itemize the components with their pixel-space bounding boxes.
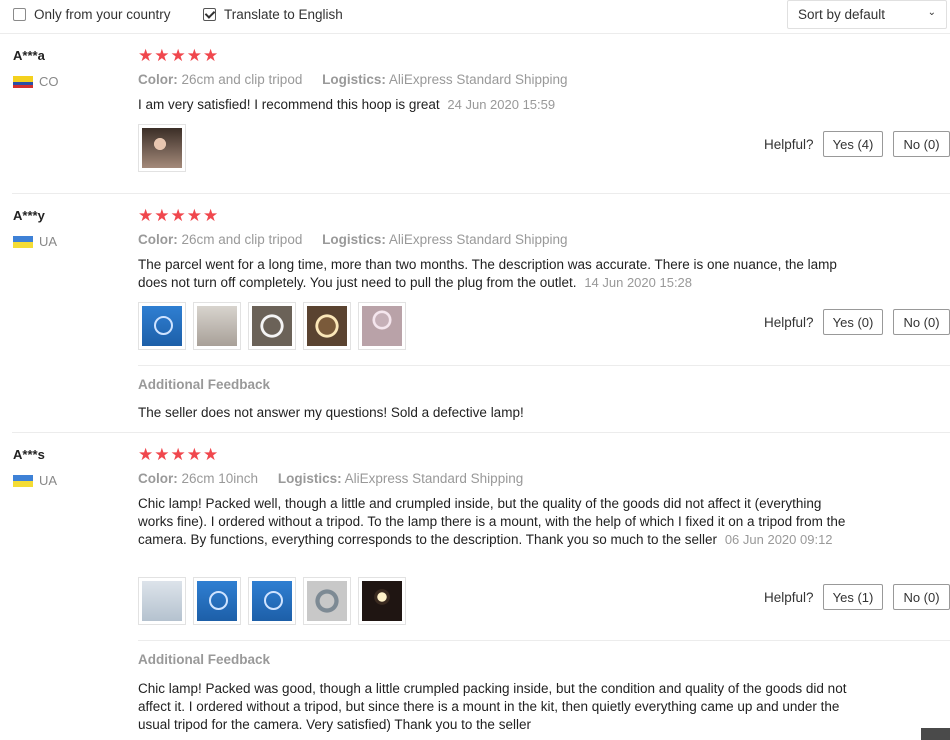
review-body: The parcel went for a long time, more th… (138, 257, 837, 290)
additional-feedback-title: Additional Feedback (138, 652, 271, 667)
country-code: CO (39, 74, 59, 89)
additional-feedback-text: The seller does not answer my questions!… (138, 405, 524, 420)
translate-label: Translate to English (224, 7, 343, 22)
reviewer-name: A***a (13, 48, 45, 63)
color-value: 26cm 10inch (181, 471, 259, 486)
review-photo[interactable] (138, 302, 186, 350)
colombia-flag-icon (13, 75, 33, 88)
helpful-no-button[interactable]: No (0) (893, 309, 950, 335)
review-photo[interactable] (138, 124, 186, 172)
photo-image (142, 306, 182, 346)
review-date: 06 Jun 2020 09:12 (724, 532, 833, 547)
translate-checkbox-box[interactable] (203, 8, 216, 21)
review-divider (12, 193, 950, 194)
photo-image (197, 306, 237, 346)
review-photo[interactable] (358, 302, 406, 350)
only-country-label: Only from your country (34, 7, 171, 22)
additional-feedback-divider (138, 640, 950, 641)
sort-select-value: Sort by default (798, 7, 886, 22)
country-code: UA (39, 473, 58, 488)
review-photo[interactable] (193, 302, 241, 350)
star-rating: ★★★★★ (138, 46, 220, 65)
scroll-to-top-button[interactable] (921, 728, 950, 740)
color-value: 26cm and clip tripod (181, 72, 303, 87)
additional-feedback-title: Additional Feedback (138, 377, 271, 392)
photo-image (362, 581, 402, 621)
review-meta: Color: 26cm and clip tripod Logistics: A… (138, 232, 568, 247)
helpful-no-button[interactable]: No (0) (893, 131, 950, 157)
review-photo[interactable] (193, 577, 241, 625)
logistics-value: AliExpress Standard Shipping (388, 232, 568, 247)
additional-feedback-divider (138, 365, 950, 366)
logistics-value: AliExpress Standard Shipping (388, 72, 568, 87)
photo-image (252, 306, 292, 346)
sort-select[interactable]: Sort by default ⌄ (787, 0, 947, 29)
only-country-checkbox-box[interactable] (13, 8, 26, 21)
review-photo[interactable] (358, 577, 406, 625)
helpful-label: Helpful? (764, 137, 814, 152)
review-meta: Color: 26cm 10inch Logistics: AliExpress… (138, 471, 523, 486)
helpful-label: Helpful? (764, 315, 814, 330)
review-text: I am very satisfied! I recommend this ho… (138, 96, 853, 114)
color-label: Color: (138, 72, 178, 87)
helpful-yes-button[interactable]: Yes (1) (823, 584, 883, 610)
helpful-no-button[interactable]: No (0) (893, 584, 950, 610)
country-code: UA (39, 234, 58, 249)
review-date: 14 Jun 2020 15:28 (584, 275, 693, 290)
logistics-value: AliExpress Standard Shipping (344, 471, 524, 486)
review-meta: Color: 26cm and clip tripod Logistics: A… (138, 72, 568, 87)
logistics-label: Logistics: (277, 471, 342, 486)
photo-image (307, 581, 347, 621)
reviewer-country: UA (13, 234, 57, 249)
review-body: I am very satisfied! I recommend this ho… (138, 97, 440, 112)
photo-image (142, 128, 182, 168)
reviewer-name: A***y (13, 208, 45, 223)
photo-image (142, 581, 182, 621)
ukraine-flag-icon (13, 474, 33, 487)
review-date: 24 Jun 2020 15:59 (447, 97, 556, 112)
color-label: Color: (138, 471, 178, 486)
logistics-label: Logistics: (322, 72, 386, 87)
review-text: Chic lamp! Packed well, though a little … (138, 495, 853, 549)
only-country-checkbox[interactable]: Only from your country (13, 7, 171, 22)
review-photos (138, 124, 193, 172)
review-photos (138, 577, 413, 625)
review-photo[interactable] (303, 302, 351, 350)
review-text: The parcel went for a long time, more th… (138, 256, 853, 292)
logistics-label: Logistics: (322, 232, 386, 247)
photo-image (362, 306, 402, 346)
chevron-down-icon: ⌄ (927, 7, 936, 18)
review-photo[interactable] (248, 577, 296, 625)
additional-feedback-text: Chic lamp! Packed was good, though a lit… (138, 681, 847, 732)
review-photo[interactable] (138, 577, 186, 625)
helpful-yes-button[interactable]: Yes (0) (823, 309, 883, 335)
review-photo[interactable] (303, 577, 351, 625)
photo-image (197, 581, 237, 621)
review-divider (12, 432, 950, 433)
reviewer-name: A***s (13, 447, 45, 462)
photo-image (307, 306, 347, 346)
review-filter-bar: Only from your country Translate to Engl… (0, 0, 950, 34)
review-photo[interactable] (248, 302, 296, 350)
photo-image (252, 581, 292, 621)
helpful-yes-button[interactable]: Yes (4) (823, 131, 883, 157)
star-rating: ★★★★★ (138, 206, 220, 225)
helpful-label: Helpful? (764, 590, 814, 605)
translate-checkbox[interactable]: Translate to English (203, 7, 343, 22)
reviewer-country: UA (13, 473, 57, 488)
color-value: 26cm and clip tripod (181, 232, 303, 247)
color-label: Color: (138, 232, 178, 247)
review-photos (138, 302, 413, 350)
ukraine-flag-icon (13, 235, 33, 248)
reviewer-country: CO (13, 74, 59, 89)
star-rating: ★★★★★ (138, 445, 220, 464)
